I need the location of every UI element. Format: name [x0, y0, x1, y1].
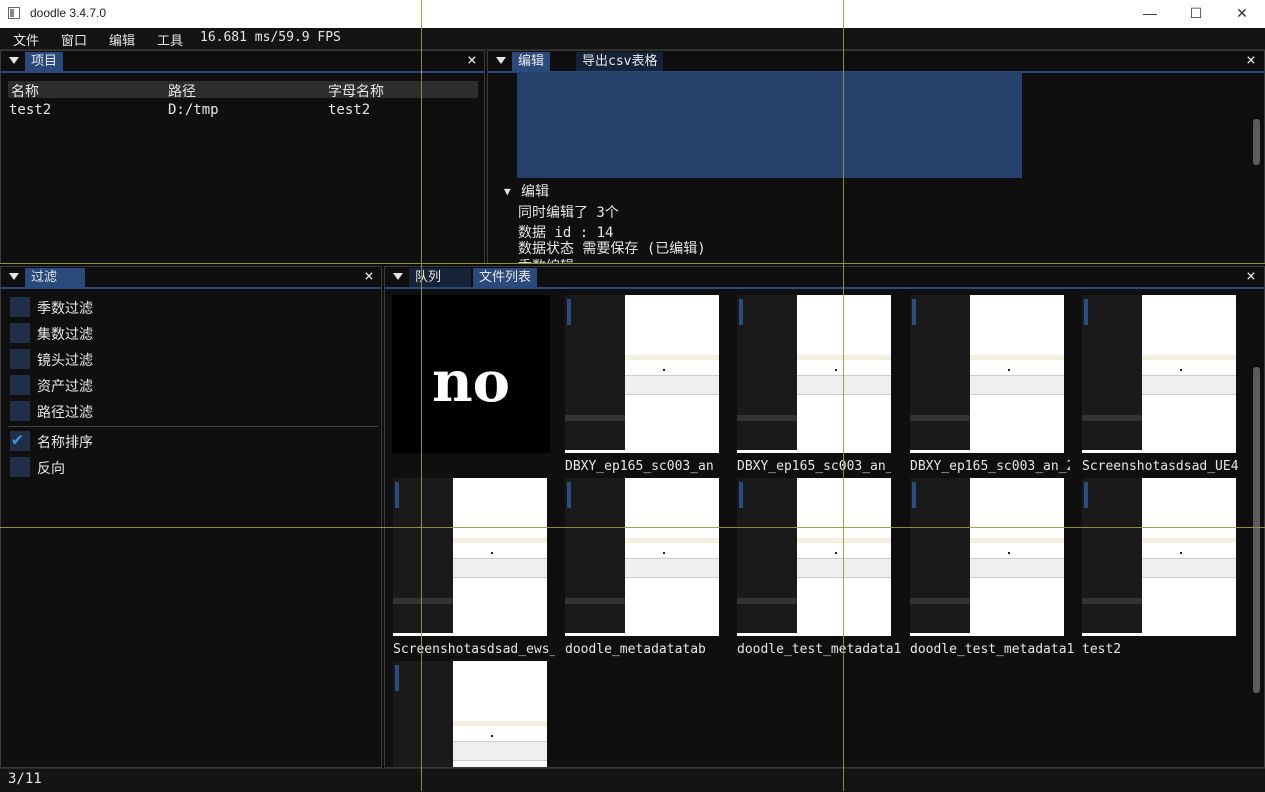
asset-filter-label: 资产过滤	[37, 379, 93, 395]
file-name: doodle_test_metadata1	[910, 642, 1075, 657]
collapse-triangle-icon[interactable]	[393, 273, 403, 280]
episode-filter-label: 集数过滤	[37, 327, 93, 343]
sort-by-name-checkbox[interactable]	[10, 429, 30, 451]
section-edit-header[interactable]: 编辑	[521, 181, 549, 201]
filter-tabbar: 过滤 ×	[1, 267, 381, 289]
episode-filter-checkbox[interactable]	[10, 323, 30, 343]
menu-window[interactable]: 窗口	[61, 30, 87, 49]
guide-line-horizontal	[0, 527, 1265, 528]
edit-count-text: 同时编辑了 3个	[518, 205, 619, 221]
path-filter-label: 路径过滤	[37, 405, 93, 421]
no-thumb-text: no	[431, 349, 511, 415]
reverse-label: 反向	[37, 461, 65, 477]
tab-filter[interactable]: 过滤	[25, 268, 85, 287]
tab-edit[interactable]: 编辑	[512, 52, 551, 71]
tab-queue[interactable]: 队列	[409, 268, 471, 287]
project-tabbar: 项目 ×	[1, 51, 484, 73]
cell-path: D:/tmp	[168, 102, 219, 118]
edit-scrollbar[interactable]	[1253, 119, 1260, 165]
file-thumbnail[interactable]	[393, 478, 547, 636]
path-filter-checkbox[interactable]	[10, 401, 30, 421]
file-thumbnail[interactable]	[737, 295, 891, 453]
collapse-triangle-icon[interactable]	[496, 57, 506, 64]
title-bar: doodle 3.4.7.0 — ☐ ✕	[0, 0, 1265, 28]
col-name[interactable]: 名称	[11, 81, 39, 101]
guide-line-horizontal	[0, 263, 1265, 264]
file-name: DBXY_ep165_sc003_an_1	[737, 459, 891, 474]
file-thumbnail[interactable]	[1082, 478, 1236, 636]
status-bar: 3/11	[0, 768, 1265, 792]
close-window-button[interactable]: ✕	[1219, 0, 1265, 28]
app-icon	[8, 7, 20, 19]
shot-filter-checkbox[interactable]	[10, 349, 30, 369]
file-thumbnail[interactable]	[565, 478, 719, 636]
col-path[interactable]: 路径	[168, 81, 196, 101]
edit-panel: 编辑 导出csv表格 × ▼ 编辑 同时编辑了 3个 数据 id : 14 数据…	[487, 50, 1265, 264]
fps-readout: 16.681 ms/59.9 FPS	[200, 30, 341, 45]
file-name: doodle_test_metadata1	[737, 642, 902, 657]
reverse-checkbox[interactable]	[10, 457, 30, 477]
file-thumbnail[interactable]	[565, 295, 719, 453]
asset-filter-checkbox[interactable]	[10, 375, 30, 395]
file-list-panel: 队列 文件列表 × no DBXY_ep165_sc003_an DBXY_ep…	[384, 266, 1265, 768]
minimize-button[interactable]: —	[1127, 0, 1173, 28]
menu-file[interactable]: 文件	[13, 30, 39, 49]
file-thumbnail[interactable]	[393, 661, 547, 767]
preview-area	[517, 72, 1022, 178]
col-alpha-name[interactable]: 字母名称	[328, 81, 384, 101]
file-name: DBXY_ep165_sc003_an_2	[910, 459, 1070, 474]
status-count: 3/11	[8, 771, 42, 787]
file-name: Screenshotasdsad_ews_	[393, 642, 555, 657]
data-status-text: 数据状态 需要保存 (已编辑)	[518, 241, 706, 257]
file-list-scrollbar[interactable]	[1253, 367, 1260, 693]
file-tabbar: 队列 文件列表 ×	[385, 267, 1264, 289]
section-expand-icon[interactable]: ▼	[504, 185, 511, 198]
file-name: test2	[1082, 642, 1122, 657]
menu-edit[interactable]: 编辑	[109, 30, 135, 49]
season-filter-label: 季数过滤	[37, 301, 93, 317]
guide-line-vertical	[843, 0, 844, 791]
file-thumbnail[interactable]: no	[392, 295, 550, 453]
shot-filter-label: 镜头过滤	[37, 353, 93, 369]
file-name: Screenshotasdsad_UE4	[1082, 459, 1239, 474]
file-name: doodle_metadatatab	[565, 642, 706, 657]
file-thumbnail[interactable]	[910, 478, 1064, 636]
guide-line-vertical	[421, 0, 422, 791]
cell-alpha: test2	[328, 102, 371, 118]
menu-tools[interactable]: 工具	[157, 30, 183, 49]
file-thumbnail[interactable]	[910, 295, 1064, 453]
sort-by-name-label: 名称排序	[37, 435, 93, 451]
close-icon[interactable]: ×	[465, 52, 479, 68]
maximize-button[interactable]: ☐	[1173, 0, 1219, 28]
collapse-triangle-icon[interactable]	[9, 273, 19, 280]
file-thumbnail[interactable]	[737, 478, 891, 636]
close-icon[interactable]: ×	[1244, 268, 1258, 284]
file-name: DBXY_ep165_sc003_an	[565, 459, 714, 474]
close-icon[interactable]: ×	[1244, 52, 1258, 68]
filter-panel: 过滤 × 季数过滤 集数过滤 镜头过滤 资产过滤 路径过滤 名称排序 反向	[0, 266, 382, 768]
edit-tabbar: 编辑 导出csv表格 ×	[488, 51, 1264, 73]
cell-name: test2	[9, 102, 52, 118]
window-title: doodle 3.4.7.0	[30, 6, 107, 20]
close-icon[interactable]: ×	[362, 268, 376, 284]
collapse-triangle-icon[interactable]	[9, 57, 19, 64]
divider	[8, 426, 378, 427]
file-thumbnail[interactable]	[1082, 295, 1236, 453]
project-panel: 项目 × 名称 路径 字母名称 test2 D:/tmp test2	[0, 50, 485, 264]
tab-project[interactable]: 项目	[25, 52, 64, 71]
tab-export-csv[interactable]: 导出csv表格	[576, 52, 664, 71]
menu-bar: 文件 窗口 编辑 工具 16.681 ms/59.9 FPS	[0, 28, 1265, 50]
tab-file-list[interactable]: 文件列表	[473, 268, 538, 287]
project-table-header: 名称 路径 字母名称	[8, 81, 478, 101]
table-row[interactable]: test2 D:/tmp test2	[8, 102, 478, 119]
season-filter-checkbox[interactable]	[10, 297, 30, 317]
